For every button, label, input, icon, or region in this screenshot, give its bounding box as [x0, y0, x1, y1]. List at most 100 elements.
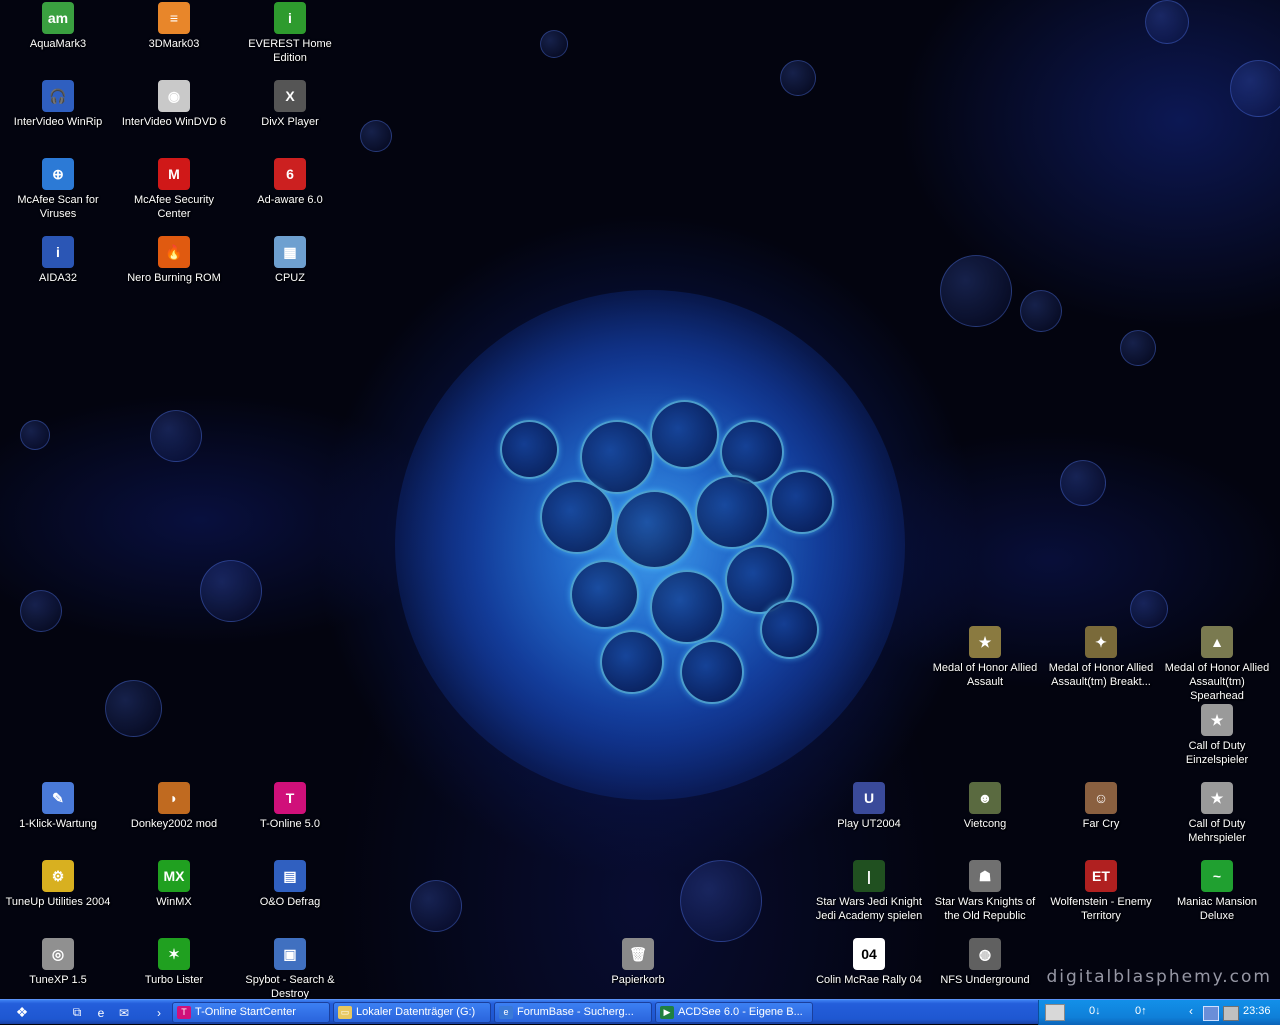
t-online-icon: T	[274, 782, 306, 814]
quick-launch-show-desktop[interactable]: ⧉	[68, 1004, 86, 1021]
wallpaper-bubble	[360, 120, 392, 152]
desktop-icon-wolfenstein[interactable]: ET Wolfenstein - Enemy Territory	[1043, 860, 1159, 923]
desktop-icon-1-klick-wartung[interactable]: ✎ 1-Klick-Wartung	[0, 782, 116, 831]
lightsaber-icon: |	[853, 860, 885, 892]
aquamark-icon: am	[42, 2, 74, 34]
desktop-icon-turbo-lister[interactable]: ✶ Turbo Lister	[116, 938, 232, 987]
taskbar-button-label: ForumBase - Sucherg...	[517, 1006, 634, 1018]
taskbar-button-t-online[interactable]: T T-Online StartCenter	[172, 1002, 330, 1023]
sphere-cell	[650, 400, 719, 469]
medal-icon: ▲	[1201, 626, 1233, 658]
taskbar-button-label: T-Online StartCenter	[195, 1006, 296, 1018]
donkey-icon: ◗	[158, 782, 190, 814]
desktop-icon-oo-defrag[interactable]: ▤ O&O Defrag	[232, 860, 348, 909]
scan-target-icon: ⊕	[42, 158, 74, 190]
quick-launch-outlook[interactable]: ✉	[115, 1004, 133, 1021]
taskbar-button-lokaler-datentraeger[interactable]: ▭ Lokaler Datenträger (G:)	[333, 1002, 491, 1023]
outlook-icon: ✉	[118, 1005, 130, 1020]
desktop-icon-windvd[interactable]: ◉ InterVideo WinDVD 6	[116, 80, 232, 129]
adaware-icon: 6	[274, 158, 306, 190]
sphere-cell	[770, 470, 834, 534]
desktop-icon-mcafee-scan[interactable]: ⊕ McAfee Scan for Viruses	[0, 158, 116, 221]
show-desktop-icon: ⧉	[72, 1005, 82, 1019]
wallpaper-bubble	[410, 880, 462, 932]
desktop-icon-colin-mcrae[interactable]: 04 Colin McRae Rally 04	[811, 938, 927, 987]
desktop-icon-jedi-academy[interactable]: | Star Wars Jedi Knight Jedi Academy spie…	[811, 860, 927, 923]
desktop-icon-adaware[interactable]: 6 Ad-aware 6.0	[232, 158, 348, 207]
network-monitor-icon[interactable]	[1045, 1004, 1065, 1021]
wallpaper-bubble	[20, 420, 50, 450]
recycle-bin-icon: 🗑	[622, 938, 654, 970]
desktop-icon-donkey2002[interactable]: ◗ Donkey2002 mod	[116, 782, 232, 831]
desktop[interactable]: am AquaMark3 ≡ 3DMark03 i EVEREST Home Edit…	[0, 0, 1280, 999]
internet-explorer-icon: e	[499, 1006, 513, 1019]
divx-icon: X	[274, 80, 306, 112]
internet-explorer-icon: e	[97, 1005, 105, 1020]
taskbar-button-label: Lokaler Datenträger (G:)	[356, 1006, 476, 1018]
taskbar-button-acdsee[interactable]: ▶ ACDSee 6.0 - Eigene B...	[655, 1002, 813, 1023]
t-online-icon: T	[177, 1006, 191, 1019]
desktop-icon-t-online[interactable]: T T-Online 5.0	[232, 782, 348, 831]
wallpaper-bubble	[1230, 60, 1280, 117]
medal-icon: ★	[969, 626, 1001, 658]
taskbar: ❖ ⧉ e ✉ › T T-Online StartCenter ▭ Lokaler…	[0, 999, 1280, 1025]
desktop-icon-tunexp[interactable]: ◎ TuneXP 1.5	[0, 938, 116, 987]
acdsee-icon: ▶	[660, 1006, 674, 1019]
desktop-icon-3dmark03[interactable]: ≡ 3DMark03	[116, 2, 232, 51]
taskbar-button-forumbase[interactable]: e ForumBase - Sucherg...	[494, 1002, 652, 1023]
desktop-icon-maniac-mansion[interactable]: ~ Maniac Mansion Deluxe	[1159, 860, 1275, 923]
desktop-icon-mcafee-center[interactable]: M McAfee Security Center	[116, 158, 232, 221]
quick-launch-internet-explorer[interactable]: e	[92, 1004, 110, 1021]
wallpaper-bubble	[540, 30, 568, 58]
wallpaper-bubble	[680, 860, 762, 942]
nero-icon: 🔥	[158, 236, 190, 268]
desktop-icon-winrip[interactable]: 🎧 InterVideo WinRip	[0, 80, 116, 129]
desktop-icon-tuneup[interactable]: ⚙ TuneUp Utilities 2004	[0, 860, 116, 909]
desktop-icon-papierkorb[interactable]: 🗑 Papierkorb	[580, 938, 696, 987]
desktop-icon-nero[interactable]: 🔥 Nero Burning ROM	[116, 236, 232, 285]
desktop-icon-spybot[interactable]: ▣ Spybot - Search & Destroy	[232, 938, 348, 999]
desktop-icon-far-cry[interactable]: ☺ Far Cry	[1043, 782, 1159, 831]
ut2004-icon: U	[853, 782, 885, 814]
desktop-icon-divx[interactable]: X DivX Player	[232, 80, 348, 129]
wolfenstein-icon: ET	[1085, 860, 1117, 892]
desktop-icon-kotor[interactable]: ☗ Star Wars Knights of the Old Republic	[927, 860, 1043, 923]
network-connection-icon[interactable]	[1203, 1006, 1219, 1021]
nfs-icon: ◍	[969, 938, 1001, 970]
desktop-icon-cpuz[interactable]: ▦ CPUZ	[232, 236, 348, 285]
dvd-icon: ◉	[158, 80, 190, 112]
sphere-cell	[615, 490, 694, 569]
wallpaper-bubble	[1060, 460, 1106, 506]
desktop-icon-moh-spearhead[interactable]: ▲ Medal of Honor Allied Assault(tm) Spear…	[1159, 626, 1275, 703]
desktop-icon-moh-aa[interactable]: ★ Medal of Honor Allied Assault	[927, 626, 1043, 689]
desktop-icon-moh-breakthrough[interactable]: ✦ Medal of Honor Allied Assault(tm) Break…	[1043, 626, 1159, 689]
desktop-icon-ut2004[interactable]: U Play UT2004	[811, 782, 927, 831]
farcry-icon: ☺	[1085, 782, 1117, 814]
desktop-icon-nfs-underground[interactable]: ◍ NFS Underground	[927, 938, 1043, 987]
info-icon: i	[274, 2, 306, 34]
start-icon: ❖	[15, 1004, 29, 1020]
desktop-icon-vietcong[interactable]: ☻ Vietcong	[927, 782, 1043, 831]
mcafee-icon: M	[158, 158, 190, 190]
star-icon: ★	[1201, 704, 1233, 736]
start-button[interactable]: ❖	[4, 1003, 40, 1022]
desktop-icon-everest[interactable]: i EVEREST Home Edition	[232, 2, 348, 65]
tray-expand-chevron-icon[interactable]: ‹	[1189, 1004, 1193, 1018]
rally-icon: 04	[853, 938, 885, 970]
desktop-icon-cod-sp[interactable]: ★ Call of Duty Einzelspieler	[1159, 704, 1275, 767]
desktop-icon-aquamark3[interactable]: am AquaMark3	[0, 2, 116, 51]
desktop-icon-cod-mp[interactable]: ★ Call of Duty Mehrspieler	[1159, 782, 1275, 845]
clock[interactable]: 23:36	[1243, 1005, 1271, 1017]
upload-counter: 0↑	[1135, 1005, 1147, 1017]
maintenance-icon: ✎	[42, 782, 74, 814]
sphere-cell	[695, 475, 769, 549]
sphere-cell	[680, 640, 744, 704]
computer-info-icon: i	[42, 236, 74, 268]
sphere-cell	[760, 600, 819, 659]
desktop-icon-aida32[interactable]: i AIDA32	[0, 236, 116, 285]
wallpaper-bubble	[1120, 330, 1156, 366]
quick-launch-expand[interactable]: ›	[150, 1004, 168, 1021]
printer-icon[interactable]	[1223, 1006, 1239, 1021]
desktop-icon-winmx[interactable]: MX WinMX	[116, 860, 232, 909]
wallpaper-bubble	[1020, 290, 1062, 332]
